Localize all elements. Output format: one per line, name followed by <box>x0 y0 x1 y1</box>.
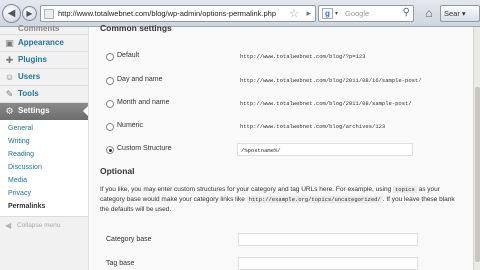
custom-structure-input[interactable]: /%postname%/ <box>237 143 413 156</box>
browser-toolbar: ◀ ▶ http://www.totalwebnet.com/blog/wp-a… <box>0 0 480 27</box>
search-icon[interactable]: ⚲ <box>403 7 410 18</box>
appearance-icon: ▣ <box>5 38 14 48</box>
category-base-input[interactable] <box>238 233 418 246</box>
scrollbar-thumb[interactable] <box>475 87 480 262</box>
sidebar-item-label: Comments <box>18 24 60 33</box>
settings-icon: ⚙ <box>5 106 14 116</box>
option-example-url: http://www.totalwebnet.com/blog/?p=123 <box>240 53 366 60</box>
option-numeric[interactable]: Numeric http://www.totalwebnet.com/blog/… <box>106 122 466 134</box>
option-label: Numeric <box>117 122 144 129</box>
sidebar-item-label: Appearance <box>18 38 64 47</box>
submenu-item-reading[interactable]: Reading <box>0 148 88 161</box>
submenu-item-privacy[interactable]: Privacy <box>0 187 88 200</box>
optional-heading: Optional <box>100 166 135 176</box>
help-code-example-url: http://example.org/topics/uncategorized/ <box>246 196 383 203</box>
favicon-icon <box>44 9 54 19</box>
option-default[interactable]: Default http://www.totalwebnet.com/blog/… <box>106 52 466 64</box>
sidebar-item-appearance[interactable]: ▣ Appearance <box>0 35 88 52</box>
go-icon[interactable]: ▸ <box>306 8 311 19</box>
radio-default[interactable] <box>106 53 114 61</box>
option-day-and-name[interactable]: Day and name http://www.totalwebnet.com/… <box>106 76 466 88</box>
option-example-url: http://www.totalwebnet.com/blog/archives… <box>240 123 386 130</box>
permalink-settings-panel: Common settings Default http://www.total… <box>88 23 473 270</box>
home-icon: ⌂ <box>425 6 433 20</box>
option-example-url: http://www.totalwebnet.com/blog/2011/08/… <box>240 100 412 107</box>
plugins-icon: ✚ <box>5 55 14 65</box>
collapse-icon: ◀ <box>5 221 12 230</box>
submenu-item-permalinks[interactable]: Permalinks <box>0 200 88 213</box>
search-placeholder: Google <box>345 9 370 18</box>
radio-month-and-name[interactable] <box>106 100 114 108</box>
forward-button[interactable]: ▶ <box>22 6 37 21</box>
option-label: Day and name <box>117 76 163 83</box>
tag-base-input[interactable] <box>238 257 418 270</box>
help-text-part: If you like, you may enter custom struct… <box>100 186 392 193</box>
sidebar-item-settings[interactable]: ⚙ Settings <box>0 103 88 120</box>
radio-day-and-name[interactable] <box>106 77 114 85</box>
admin-sidebar: Comments ▣ Appearance ✚ Plugins ☺ Users … <box>0 24 88 270</box>
back-button[interactable]: ◀ <box>2 4 21 23</box>
submenu-item-general[interactable]: General <box>0 122 88 135</box>
tools-icon: ✎ <box>5 89 14 99</box>
option-label: Custom Structure <box>117 145 172 152</box>
engine-dropdown-icon[interactable]: ▾ <box>335 10 338 17</box>
submenu-item-writing[interactable]: Writing <box>0 135 88 148</box>
sidebar-item-users[interactable]: ☺ Users <box>0 69 88 86</box>
sidebar-item-tools[interactable]: ✎ Tools <box>0 86 88 103</box>
bookmark-star-icon[interactable]: ☆ <box>289 7 299 20</box>
toolbar-search-button[interactable]: Sear ▾ <box>440 5 480 22</box>
back-arrow-icon: ◀ <box>7 8 16 19</box>
sidebar-item-comments[interactable]: Comments <box>0 24 88 35</box>
sidebar-item-plugins[interactable]: ✚ Plugins <box>0 52 88 69</box>
sidebar-item-label: Tools <box>18 89 39 98</box>
category-base-label: Category base <box>106 236 152 243</box>
page-scrollbar[interactable] <box>473 27 480 270</box>
forward-arrow-icon: ▶ <box>26 9 33 18</box>
sidebar-item-label: Settings <box>18 106 50 115</box>
sidebar-item-label: Plugins <box>18 55 47 64</box>
settings-submenu: General Writing Reading Discussion Media… <box>0 120 88 217</box>
optional-help-text: If you like, you may enter custom struct… <box>100 185 460 215</box>
toolbar-search-label: Sear ▾ <box>444 9 466 18</box>
collapse-menu-label: Collapse menu <box>17 222 61 229</box>
help-code-topics: topics <box>393 186 417 193</box>
search-bar[interactable]: g ▾ Google ⚲ <box>318 5 414 22</box>
option-custom-structure[interactable]: Custom Structure /%postname%/ <box>106 143 466 157</box>
option-label: Month and name <box>117 99 170 106</box>
option-label: Default <box>117 52 140 59</box>
submenu-item-discussion[interactable]: Discussion <box>0 161 88 174</box>
sidebar-item-label: Users <box>18 72 41 81</box>
option-example-url: http://www.totalwebnet.com/blog/2011/08/… <box>240 77 422 84</box>
common-settings-heading: Common settings <box>100 23 172 33</box>
tag-base-label: Tag base <box>106 260 135 267</box>
submenu-item-media[interactable]: Media <box>0 174 88 187</box>
option-month-and-name[interactable]: Month and name http://www.totalwebnet.co… <box>106 99 466 111</box>
home-button[interactable]: ⌂ <box>420 5 438 22</box>
radio-numeric[interactable] <box>106 123 114 131</box>
address-bar[interactable]: http://www.totalwebnet.com/blog/wp-admin… <box>40 5 316 22</box>
google-icon[interactable]: g <box>322 8 333 19</box>
radio-custom-structure[interactable] <box>106 146 114 154</box>
users-icon: ☺ <box>4 72 15 82</box>
collapse-menu-button[interactable]: ◀ Collapse menu <box>0 219 88 233</box>
address-bar-url: http://www.totalwebnet.com/blog/wp-admin… <box>58 9 277 18</box>
